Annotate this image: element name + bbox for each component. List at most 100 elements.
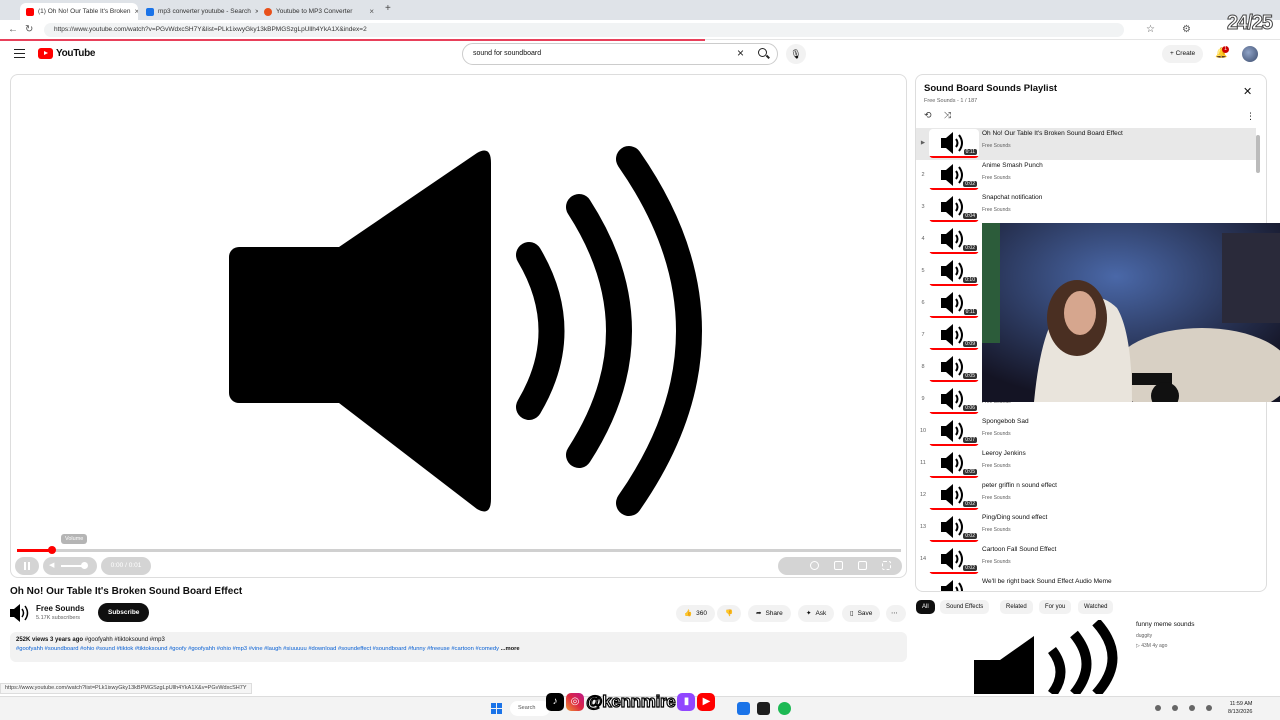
chip-sound-effects[interactable]: Sound Effects [940, 600, 990, 614]
search-input[interactable]: sound for soundboard [462, 43, 778, 65]
hashtag-list[interactable]: #goofyahh #soundboard #ohio #sound #tikt… [16, 646, 499, 652]
clear-search-icon[interactable]: × [737, 46, 744, 60]
chip-related[interactable]: Related [1000, 600, 1033, 614]
playlist-thumbnail[interactable]: 0:10 [929, 257, 979, 286]
extensions-icon[interactable]: ⚙ [1182, 24, 1191, 35]
youtube-header: YouTube sound for soundboard × 🎙 + Creat… [0, 41, 1280, 69]
playlist-thumbnail[interactable]: 0:05 [929, 353, 979, 382]
taskbar-clock[interactable]: 11:59 AM 8/13/2026 [1228, 700, 1252, 716]
playlist-thumbnail[interactable]: 0:07 [929, 417, 979, 446]
more-actions-button[interactable]: ⋯ [886, 605, 906, 622]
volume-icon[interactable]: ◀ [49, 561, 54, 569]
windows-start-icon[interactable] [491, 703, 502, 714]
wifi-icon[interactable] [1172, 705, 1178, 711]
playlist-thumbnail[interactable]: 0:02 [929, 161, 979, 190]
playlist-thumbnail[interactable]: 0:05 [929, 449, 979, 478]
playlist-thumbnail[interactable]: 0:09 [929, 321, 979, 350]
recommended-thumbnail[interactable] [974, 620, 1132, 694]
like-button[interactable]: 👍 360 [676, 605, 715, 622]
volume-slider[interactable] [61, 565, 83, 567]
playlist-thumbnail[interactable]: 0:02 [929, 481, 979, 510]
subscriber-count: 5.17K subscribers [36, 615, 81, 621]
dislike-button[interactable]: 👎 [717, 605, 741, 622]
new-tab-icon[interactable]: + [385, 3, 391, 14]
playlist-item[interactable]: 12 0:02 peter griffin n sound effect Free S… [916, 480, 1256, 512]
hamburger-menu-icon[interactable] [14, 49, 25, 58]
recommended-title[interactable]: funny meme sounds [1136, 621, 1195, 628]
tray-icon[interactable] [1155, 705, 1161, 711]
close-icon[interactable]: ✕ [1243, 85, 1252, 98]
playlist-item[interactable]: 11 0:05 Leeroy Jenkins Free Sounds [916, 448, 1256, 480]
settings-gear-icon[interactable] [810, 561, 819, 570]
playlist-item[interactable]: ▶ 0:11 Oh No! Our Table It's Broken Sound … [916, 128, 1256, 160]
reload-icon[interactable]: ↻ [25, 24, 33, 35]
tab-label: mp3 converter youtube - Search [158, 8, 251, 15]
volume-tray-icon[interactable] [1189, 705, 1195, 711]
playlist-thumbnail[interactable] [929, 577, 979, 591]
close-tab-icon[interactable]: × [135, 7, 138, 16]
volume-control[interactable]: ◀ [43, 557, 97, 575]
create-button[interactable]: + Create [1162, 45, 1204, 63]
ask-button[interactable]: ✦ Ask [798, 605, 835, 622]
back-icon[interactable]: ← [8, 24, 18, 35]
playlist-thumbnail[interactable]: 0:11 [929, 129, 979, 158]
spotify-icon[interactable] [778, 702, 791, 715]
channel-name[interactable]: Free Sounds [36, 604, 84, 613]
progress-bar[interactable] [17, 546, 901, 554]
description-box[interactable]: 252K views 3 years ago #goofyahh #tiktok… [10, 632, 907, 662]
playlist-item[interactable]: We'll be right back Sound Effect Audio M… [916, 576, 1256, 591]
duration-badge: 0:07 [963, 437, 977, 443]
microphone-icon[interactable]: 🎙 [786, 44, 806, 64]
chip-all[interactable]: All [916, 600, 935, 614]
channel-avatar-speaker-icon[interactable] [10, 604, 30, 622]
playlist-item[interactable]: 10 0:07 Spongebob Sad Free Sounds [916, 416, 1256, 448]
tab-active[interactable]: (1) Oh No! Our Table It's Broken × [20, 3, 138, 20]
search-icon[interactable] [758, 48, 767, 57]
playlist-item-channel: Free Sounds [982, 559, 1011, 565]
playlist-thumbnail[interactable]: 0:02 [929, 545, 979, 574]
account-avatar[interactable] [1242, 46, 1258, 62]
playlist-item[interactable]: 2 0:02 Anime Smash Punch Free Sounds [916, 160, 1256, 192]
favorite-star-icon[interactable]: ☆ [1146, 24, 1155, 35]
playlist-thumbnail[interactable]: 0:02 [929, 513, 979, 542]
save-button[interactable]: ▯ Save [842, 605, 881, 622]
playlist-item-index: 14 [919, 556, 927, 562]
playlist-item[interactable]: 14 0:02 Cartoon Fall Sound Effect Free Soun… [916, 544, 1256, 576]
more-vertical-icon[interactable]: ⋮ [1246, 111, 1255, 122]
taskbar-app-icon[interactable] [737, 702, 750, 715]
pause-button[interactable] [15, 557, 39, 575]
playlist-thumbnail[interactable]: 0:04 [929, 193, 979, 222]
playlist-item[interactable]: 3 0:04 Snapchat notification Free Sounds [916, 192, 1256, 224]
chip-watched[interactable]: Watched [1078, 600, 1114, 614]
tab-converter[interactable]: Youtube to MP3 Converter × [258, 3, 380, 20]
shuffle-icon[interactable]: ⤨ [944, 110, 951, 121]
loop-icon[interactable]: ⟲ [924, 110, 932, 121]
miniplayer-icon[interactable] [834, 561, 843, 570]
playlist-thumbnail[interactable]: 0:11 [929, 289, 979, 318]
more-link[interactable]: ...more [501, 646, 520, 652]
playlist-scrollbar[interactable] [1256, 135, 1260, 173]
playlist-item[interactable]: 13 0:02 Ping/Ding sound effect Free Sounds [916, 512, 1256, 544]
progress-scrubber[interactable] [48, 546, 57, 554]
chip-for-you[interactable]: For you [1039, 600, 1072, 614]
video-player[interactable]: Volume ◀ 0:00 / 0:01 [10, 74, 907, 578]
playlist-thumbnail[interactable]: 0:02 [929, 225, 979, 254]
taskbar-search[interactable]: Search [510, 701, 550, 716]
volume-knob[interactable] [81, 562, 88, 569]
share-button[interactable]: ➦ Share [748, 605, 791, 622]
cast-icon[interactable] [858, 561, 867, 570]
playlist-thumbnail[interactable]: 0:06 [929, 385, 979, 414]
subscribe-button[interactable]: Subscribe [98, 603, 150, 622]
taskbar-app-icon[interactable] [757, 702, 770, 715]
description-meta: 252K views 3 years ago #goofyahh #tiktok… [16, 637, 901, 643]
playlist-item-index: 11 [920, 460, 926, 466]
battery-icon[interactable] [1206, 705, 1212, 711]
top-tags[interactable]: #goofyahh #tiktoksound #mp3 [85, 637, 165, 643]
fullscreen-icon[interactable] [882, 561, 891, 570]
url-field[interactable]: https://www.youtube.com/watch?v=PGvWdxcS… [44, 23, 1124, 37]
tab-search[interactable]: mp3 converter youtube - Search × [140, 3, 258, 20]
recommended-channel[interactable]: duggity [1136, 633, 1152, 639]
youtube-logo[interactable]: YouTube [38, 48, 96, 59]
close-tab-icon[interactable]: × [369, 7, 374, 16]
playlist-title[interactable]: Sound Board Sounds Playlist [924, 83, 1057, 94]
